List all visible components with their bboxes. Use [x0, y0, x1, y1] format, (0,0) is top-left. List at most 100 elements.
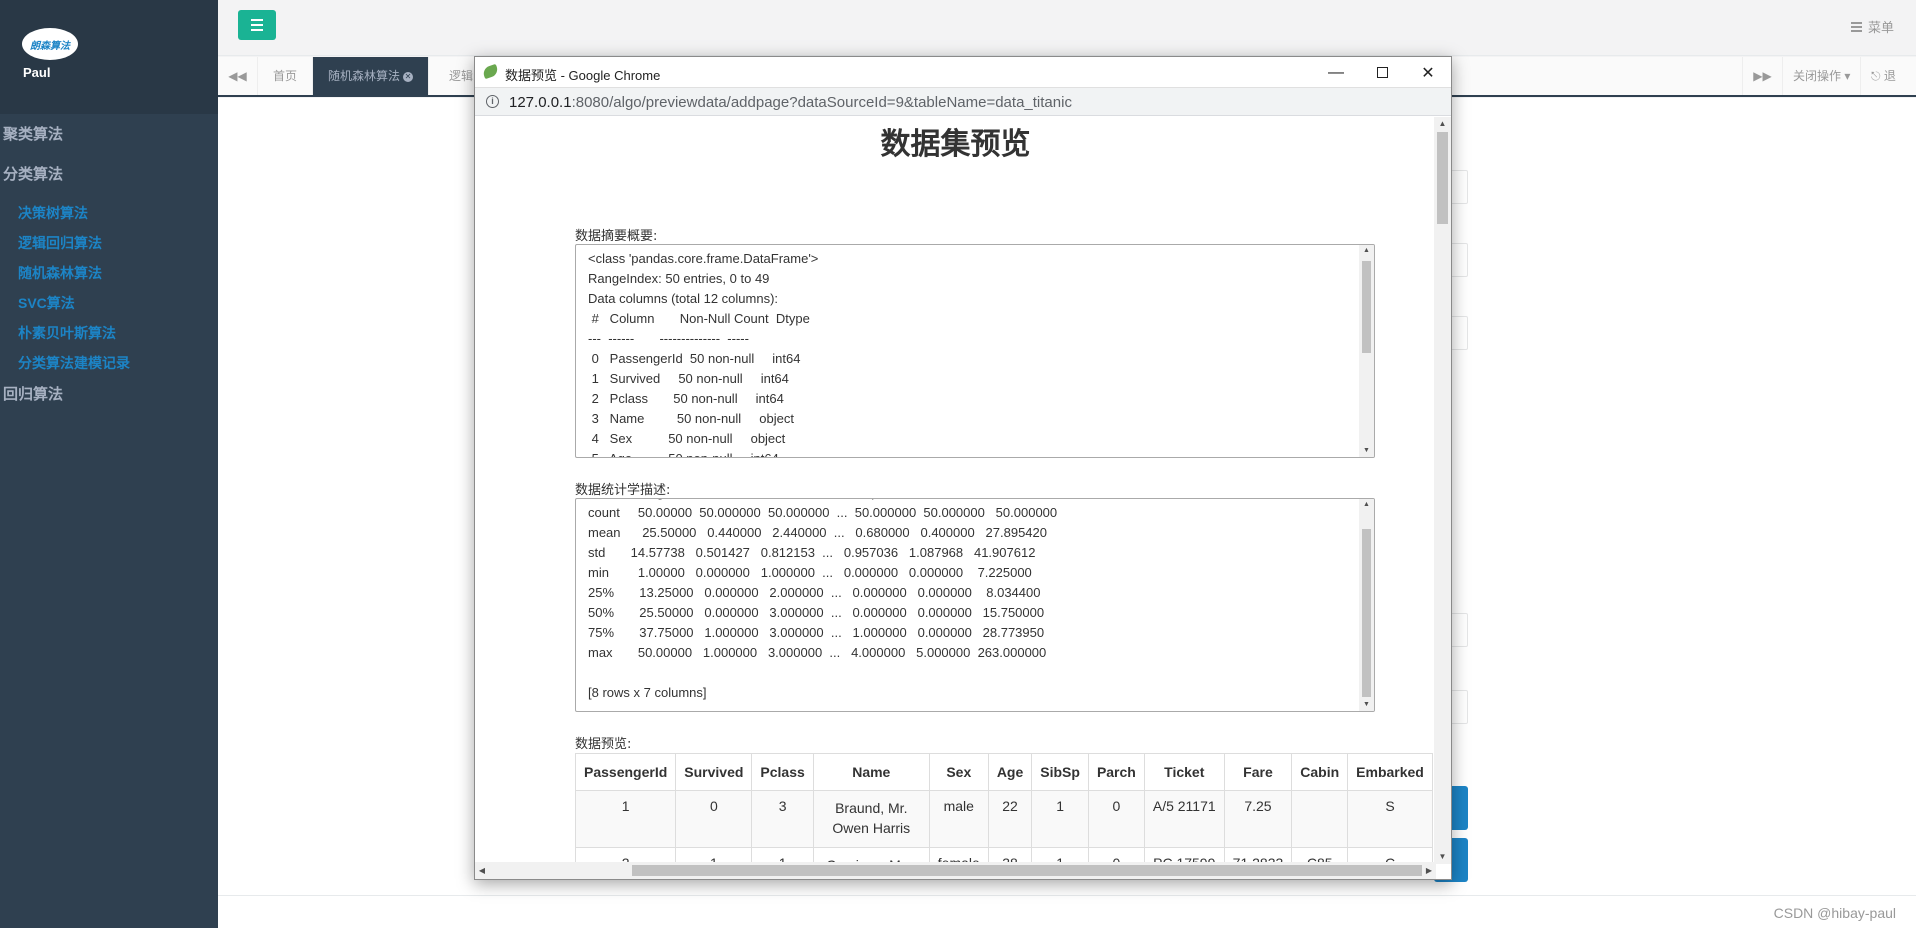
table-cell: 1 — [574, 790, 677, 848]
tab-close-icon[interactable]: ✕ — [403, 71, 414, 82]
window-titlebar[interactable]: 数据预览 - Google Chrome — ✕ — [475, 57, 1451, 88]
summary-textarea[interactable]: <class 'pandas.core.frame.DataFrame'> Ra… — [575, 244, 1375, 458]
submenu-svc[interactable]: SVC算法 — [18, 293, 75, 313]
top-menu-button[interactable]: 菜单 — [1850, 17, 1894, 36]
brand-logo: 朗森算法 — [22, 28, 78, 60]
tab-scroll-left-button[interactable]: ◀◀ — [218, 57, 258, 95]
close-operations-label: 关闭操作 — [1793, 69, 1842, 83]
minimize-button[interactable]: — — [1313, 57, 1359, 88]
table-cell: Braund, Mr. Owen Harris — [812, 790, 930, 848]
table-header-row: PassengerId Survived Pclass Name Sex Age… — [574, 753, 1433, 791]
table-header: SibSp — [1031, 753, 1089, 791]
table-cell-text: Braund, Mr. Owen Harris — [832, 800, 911, 836]
submenu-naive-bayes[interactable]: 朴素贝叶斯算法 — [18, 323, 116, 343]
top-menu-label: 菜单 — [1867, 20, 1894, 35]
table-header: Name — [812, 753, 930, 791]
submenu-random-forest[interactable]: 随机森林算法 — [18, 263, 102, 283]
table-cell: A/5 21171 — [1143, 790, 1225, 848]
scroll-right-icon[interactable]: ▶ — [1422, 862, 1436, 879]
data-preview-table: PassengerId Survived Pclass Name Sex Age… — [574, 753, 1433, 864]
table-cell — [1291, 790, 1349, 848]
summary-label: 数据摘要概要: — [575, 229, 658, 244]
table-cell: male — [928, 790, 989, 848]
info-icon[interactable]: i — [486, 95, 499, 108]
leaf-icon — [481, 63, 500, 80]
sidebar-profile: 朗森算法 Paul — [0, 0, 218, 114]
menu-classification[interactable]: 分类算法 — [3, 163, 63, 184]
summary-text: <class 'pandas.core.frame.DataFrame'> Ra… — [588, 251, 819, 457]
address-bar[interactable]: i 127.0.0.1:8080/algo/previewdata/addpag… — [475, 88, 1451, 116]
maximize-icon — [1376, 67, 1388, 78]
maximize-button[interactable] — [1359, 57, 1405, 88]
preview-popup-window: 数据预览 - Google Chrome — ✕ i 127.0.0.1:808… — [474, 56, 1452, 880]
table-header: Parch — [1087, 753, 1145, 791]
scroll-thumb[interactable] — [1437, 132, 1448, 224]
table-header: Pclass — [751, 753, 814, 791]
submenu-logistic-regression[interactable]: 逻辑回归算法 — [18, 233, 102, 253]
hamburger-menu-button[interactable] — [238, 10, 276, 40]
popup-content: 数据集预览 数据摘要概要: <class 'pandas.core.frame.… — [475, 117, 1436, 864]
scroll-left-icon[interactable]: ◀ — [475, 862, 489, 879]
summary-scrollbar[interactable]: ▲ ▼ — [1359, 245, 1374, 457]
close-operations-dropdown[interactable]: 关闭操作 ▾ — [1782, 57, 1860, 95]
submenu-classification-records[interactable]: 分类算法建模记录 — [18, 353, 130, 373]
table-header: Sex — [928, 753, 989, 791]
close-icon: ✕ — [1421, 64, 1435, 82]
table-cell: 3 — [751, 790, 814, 848]
logout-button[interactable]: ⎋ 退出 — [1860, 57, 1916, 121]
sidebar: 朗森算法 Paul 聚类算法 分类算法 决策树算法 逻辑回归算法 随机森林算法 … — [0, 0, 218, 928]
table-header: Cabin — [1291, 753, 1349, 791]
forward-icon: ▶▶ — [1753, 69, 1772, 83]
page-title: 数据集预览 — [880, 127, 1031, 162]
menu-clustering[interactable]: 聚类算法 — [3, 123, 63, 144]
table-header: Fare — [1223, 753, 1293, 791]
scroll-up-icon[interactable]: ▲ — [1434, 117, 1451, 131]
table-row: 1 0 3 Braund, Mr. Owen Harris male 22 1 … — [574, 790, 1433, 848]
logout-icon: ⎋ — [1871, 69, 1881, 83]
scroll-thumb[interactable] — [1362, 529, 1371, 697]
table-cell: 7.25 — [1223, 790, 1293, 848]
url-path: :8080/algo/previewdata/addpage?dataSourc… — [571, 94, 1072, 111]
table-cell: S — [1347, 790, 1433, 848]
scroll-down-icon[interactable]: ▼ — [1434, 850, 1451, 864]
footer-credit: CSDN @hibay-paul — [1773, 905, 1896, 921]
footer: CSDN @hibay-paul — [218, 895, 1916, 928]
stats-scrollbar[interactable]: ▲ ▼ — [1359, 499, 1374, 711]
tab-home[interactable]: 首页 — [258, 57, 314, 95]
window-title: 数据预览 - Google Chrome — [505, 68, 661, 83]
table-header: Ticket — [1143, 753, 1225, 791]
table-header: Age — [987, 753, 1033, 791]
menu-regression[interactable]: 回归算法 — [3, 383, 63, 404]
table-header: Survived — [675, 753, 753, 791]
url-text[interactable]: 127.0.0.1:8080/algo/previewdata/addpage?… — [509, 94, 1072, 111]
stats-text: PassengerId Survived Pclass ... SibSp Pa… — [588, 499, 1058, 700]
page-vertical-scrollbar[interactable]: ▲ ▼ — [1434, 117, 1451, 864]
scroll-up-icon[interactable]: ▲ — [1359, 499, 1374, 511]
backward-icon: ◀◀ — [228, 69, 247, 83]
tab-scroll-right-button[interactable]: ▶▶ — [1742, 57, 1782, 95]
page-horizontal-scrollbar[interactable]: ◀ ▶ — [475, 862, 1436, 879]
table-header: PassengerId — [574, 753, 677, 791]
brand-logo-text: 朗森算法 — [30, 40, 70, 52]
scroll-down-icon[interactable]: ▼ — [1359, 445, 1374, 457]
close-window-button[interactable]: ✕ — [1405, 57, 1451, 88]
tab-random-forest-label: 随机森林算法 — [328, 69, 401, 83]
hamburger-icon — [251, 19, 263, 21]
stats-label: 数据统计学描述: — [575, 483, 671, 498]
table-cell: 22 — [987, 790, 1033, 848]
scroll-thumb[interactable] — [1362, 261, 1371, 353]
scroll-down-icon[interactable]: ▼ — [1359, 699, 1374, 711]
scroll-thumb[interactable] — [632, 865, 1422, 876]
minimize-icon: — — [1328, 63, 1344, 81]
table-cell: 0 — [1087, 790, 1145, 848]
url-host: 127.0.0.1 — [509, 94, 572, 111]
username[interactable]: Paul — [23, 65, 50, 80]
preview-label: 数据预览: — [575, 737, 632, 752]
scroll-up-icon[interactable]: ▲ — [1359, 245, 1374, 257]
list-icon — [1850, 21, 1862, 32]
stats-textarea[interactable]: PassengerId Survived Pclass ... SibSp Pa… — [575, 498, 1375, 712]
submenu-decision-tree[interactable]: 决策树算法 — [18, 203, 88, 223]
table-header: Embarked — [1347, 753, 1433, 791]
tab-random-forest[interactable]: 随机森林算法 ✕ — [313, 57, 430, 95]
table-cell: 1 — [1031, 790, 1089, 848]
